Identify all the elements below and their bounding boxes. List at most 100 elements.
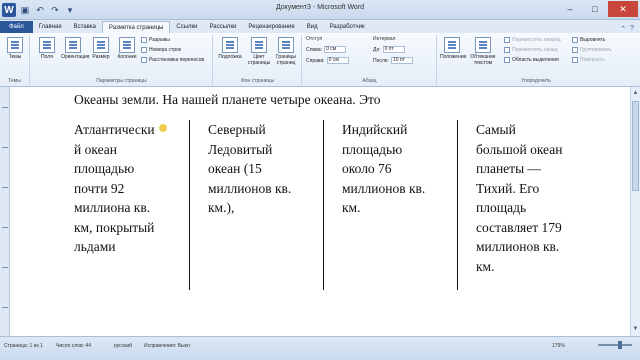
- tab-file[interactable]: Файл: [0, 21, 33, 33]
- bring-forward-button[interactable]: Переместить вперед: [504, 37, 561, 43]
- status-page[interactable]: Страница: 1 из 1: [4, 343, 43, 349]
- scroll-thumb[interactable]: [632, 101, 639, 191]
- themes-button[interactable]: Темы: [3, 37, 27, 60]
- status-word-count[interactable]: Число слов: 44: [56, 343, 91, 349]
- spacing-before-input[interactable]: 0 пт: [382, 46, 405, 53]
- align-icon: [572, 37, 578, 43]
- text-column-4[interactable]: Самый большой океан планеты — Тихий. Его…: [476, 120, 562, 276]
- indent-right-input[interactable]: 0 см: [326, 57, 349, 64]
- tab-page-layout[interactable]: Разметка страницы: [101, 21, 171, 33]
- line-numbers-icon: [141, 47, 147, 53]
- themes-icon: [7, 37, 23, 53]
- hyphenation-button[interactable]: Расстановка переносов: [141, 57, 204, 63]
- orientation-label: Ориентация: [61, 54, 90, 60]
- wrap-text-button[interactable]: Обтекание текстом: [466, 37, 500, 66]
- columns-icon: [119, 37, 135, 53]
- line-numbers-label: Номера строк: [149, 47, 182, 53]
- indent-header: Отступ: [306, 36, 323, 42]
- group-paragraph: Отступ Слева: 0 см Справа: 0 см Интервал…: [303, 35, 437, 85]
- indent-left: Слева: 0 см: [306, 46, 347, 53]
- scroll-up-icon[interactable]: ▲: [632, 89, 639, 97]
- page-borders-button[interactable]: Границы страниц: [274, 37, 298, 66]
- indent-left-input[interactable]: 0 см: [324, 46, 347, 53]
- tab-home[interactable]: Главная: [33, 21, 68, 33]
- window-title: Документ3 - Microsoft Word: [275, 4, 365, 11]
- text-column-1[interactable]: Атлантически й океан площадью почти 92 м…: [74, 120, 155, 257]
- indent-left-label: Слева:: [306, 46, 323, 53]
- page-color-button[interactable]: Цвет страницы: [247, 37, 271, 66]
- scroll-down-icon[interactable]: ▼: [632, 325, 639, 333]
- spacing-before-label: До:: [373, 46, 381, 53]
- margins-label: Поля: [41, 54, 53, 60]
- send-backward-label: Переместить назад: [512, 47, 558, 53]
- align-button[interactable]: Выровнять: [572, 37, 606, 43]
- tab-references[interactable]: Ссылки: [170, 21, 203, 33]
- ribbon: Темы Темы Поля Ориентация Размер Колонки: [0, 33, 640, 87]
- send-backward-icon: [504, 47, 510, 53]
- position-icon: [444, 37, 460, 53]
- group-objects-label: Группировать: [580, 47, 612, 53]
- tab-mailings[interactable]: Рассылки: [203, 21, 242, 33]
- vertical-ruler: [0, 87, 10, 336]
- status-language[interactable]: русский: [114, 343, 132, 349]
- vertical-scrollbar[interactable]: ▲ ▼: [630, 87, 640, 336]
- status-track-changes[interactable]: Исправления: Выкл: [144, 343, 190, 349]
- indent-right-label: Справа:: [306, 57, 325, 64]
- column-separator: [323, 120, 324, 290]
- tab-developer[interactable]: Разработчик: [324, 21, 371, 33]
- mouse-highlight: [159, 124, 167, 132]
- ruler-tick: [2, 107, 8, 108]
- maximize-button[interactable]: □: [583, 1, 607, 17]
- size-icon: [93, 37, 109, 53]
- tab-view[interactable]: Вид: [301, 21, 324, 33]
- minimize-ribbon-icon[interactable]: ⌃: [620, 25, 626, 33]
- tab-insert[interactable]: Вставка: [68, 21, 102, 33]
- status-zoom-level[interactable]: 179%: [552, 343, 565, 349]
- orientation-button[interactable]: Ориентация: [61, 37, 89, 60]
- ruler-tick: [2, 267, 8, 268]
- size-label: Размер: [92, 54, 110, 60]
- align-label: Выровнять: [580, 37, 606, 43]
- ruler-tick: [2, 227, 8, 228]
- zoom-slider[interactable]: [598, 344, 632, 346]
- window-controls: – □ ✕: [558, 1, 638, 17]
- status-bar: Страница: 1 из 1 Число слов: 44 русский …: [0, 336, 640, 360]
- position-button[interactable]: Положение: [440, 37, 467, 60]
- page-borders-label: Границы страниц: [276, 54, 296, 66]
- hyphenation-icon: [141, 57, 147, 63]
- size-button[interactable]: Размер: [89, 37, 113, 60]
- hyphenation-label: Расстановка переносов: [149, 57, 205, 63]
- spacing-after-label: После:: [373, 57, 389, 64]
- bring-forward-icon: [504, 37, 510, 43]
- breaks-button[interactable]: Разрывы: [141, 37, 170, 43]
- text-column-3[interactable]: Индийский площадью около 76 миллионов кв…: [342, 120, 425, 218]
- selection-pane-button[interactable]: Область выделения: [504, 57, 559, 63]
- title-bar: W ▣ ↶ ↷ ▾ Документ3 - Microsoft Word – □…: [0, 0, 640, 20]
- selection-pane-icon: [504, 57, 510, 63]
- group-objects-icon: [572, 47, 578, 53]
- close-button[interactable]: ✕: [608, 1, 638, 17]
- spacing-after-input[interactable]: 10 пт: [390, 57, 413, 64]
- group-objects-button[interactable]: Группировать: [572, 47, 612, 53]
- tab-review[interactable]: Рецензирование: [242, 21, 300, 33]
- text-column-2[interactable]: Северный Ледовитый океан (15 миллионов к…: [208, 120, 291, 218]
- columns-button[interactable]: Колонки: [115, 37, 139, 60]
- watermark-button[interactable]: Подложка: [218, 37, 242, 60]
- spacing-header: Интервал: [373, 36, 396, 42]
- help-icon[interactable]: ?: [630, 25, 634, 33]
- breaks-icon: [141, 37, 147, 43]
- document-first-line[interactable]: Океаны земли. На нашей планете четыре ок…: [74, 92, 380, 108]
- themes-button-label: Темы: [8, 54, 22, 60]
- line-numbers-button[interactable]: Номера строк: [141, 47, 181, 53]
- margins-icon: [39, 37, 55, 53]
- group-page-setup: Поля Ориентация Размер Колонки Разрывы Н…: [31, 35, 213, 85]
- rotate-button[interactable]: Повернуть: [572, 57, 605, 63]
- ruler-tick: [2, 307, 8, 308]
- margins-button[interactable]: Поля: [35, 37, 59, 60]
- minimize-button[interactable]: –: [558, 1, 582, 17]
- spacing-after: После: 10 пт: [373, 57, 413, 64]
- send-backward-button[interactable]: Переместить назад: [504, 47, 558, 53]
- position-label: Положение: [440, 54, 467, 60]
- bring-forward-label: Переместить вперед: [512, 37, 561, 43]
- zoom-slider-knob[interactable]: [618, 341, 622, 349]
